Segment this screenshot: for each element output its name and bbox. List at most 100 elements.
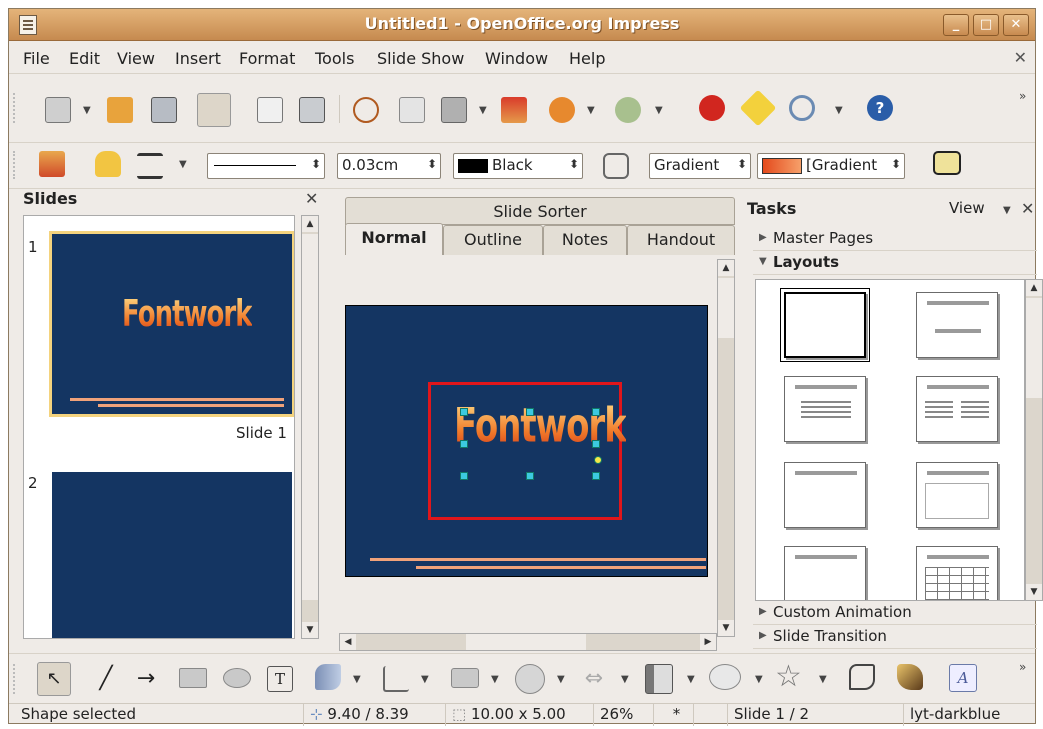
line-style-spin-icon[interactable]: ⬍	[311, 157, 321, 171]
area-style-spin-icon[interactable]: ⬍	[737, 157, 747, 171]
redo-dropdown-icon[interactable]: ▼	[655, 105, 663, 116]
maximize-button[interactable]: □	[973, 14, 999, 36]
scroll-right-icon[interactable]: ▶	[700, 634, 716, 650]
zoom-dropdown-icon[interactable]: ▼	[835, 105, 843, 116]
section-slide-transition[interactable]: ▶ Slide Transition	[753, 625, 1037, 649]
menu-format[interactable]: Format	[239, 49, 295, 68]
slides-list[interactable]: 1 Fontwork Slide 1 2	[23, 215, 295, 639]
copy-icon[interactable]	[399, 97, 425, 123]
stars-icon[interactable]: ☆	[775, 662, 802, 692]
ellipse-tool-icon[interactable]	[223, 668, 251, 688]
new-document-icon[interactable]	[45, 97, 71, 123]
glue-points-icon[interactable]	[897, 664, 923, 690]
layouts-scrollbar[interactable]: ▲ ▼	[1025, 279, 1043, 601]
slides-pane-close-icon[interactable]: ✕	[305, 189, 318, 208]
basic-shapes-icon[interactable]	[451, 668, 479, 688]
arrow-style-icon[interactable]	[137, 153, 163, 179]
scroll-thumb[interactable]	[302, 234, 318, 600]
menu-edit[interactable]: Edit	[69, 49, 100, 68]
view-dropdown-icon[interactable]: ▼	[1003, 205, 1011, 216]
scroll-thumb[interactable]	[466, 634, 586, 650]
line-icon[interactable]	[95, 151, 121, 177]
resize-handle[interactable]	[460, 440, 468, 448]
tab-handout[interactable]: Handout	[627, 225, 735, 255]
scroll-up-icon[interactable]: ▲	[718, 260, 734, 276]
resize-handle[interactable]	[592, 472, 600, 480]
connector-dropdown-icon[interactable]: ▼	[421, 674, 429, 685]
scroll-down-icon[interactable]: ▼	[718, 620, 734, 636]
save-icon[interactable]	[151, 97, 177, 123]
connector-tool-icon[interactable]	[383, 666, 409, 692]
tasks-view-menu[interactable]: View	[949, 199, 985, 217]
open-folder-icon[interactable]	[107, 97, 133, 123]
toolbar-grip[interactable]	[13, 664, 17, 694]
layout-title-content[interactable]	[916, 292, 998, 358]
text-tool-icon[interactable]: T	[267, 666, 293, 692]
area-fill-select[interactable]: [Gradient ⬍	[757, 153, 905, 179]
edit-file-icon[interactable]	[197, 93, 231, 127]
close-document-icon[interactable]: ✕	[1014, 48, 1027, 67]
paste-icon[interactable]	[441, 97, 467, 123]
fontwork-gallery-icon[interactable]: A	[949, 664, 977, 692]
menu-tools[interactable]: Tools	[315, 49, 354, 68]
scroll-left-icon[interactable]: ◀	[340, 634, 356, 650]
undo-dropdown-icon[interactable]: ▼	[587, 105, 595, 116]
scroll-thumb[interactable]	[718, 278, 734, 338]
layout-title-only[interactable]	[784, 462, 866, 528]
tab-slide-sorter[interactable]: Slide Sorter	[345, 197, 735, 225]
toolbar-grip[interactable]	[13, 151, 17, 179]
toolbar-overflow-icon[interactable]: »	[1019, 660, 1026, 674]
layout-two-lists[interactable]	[916, 376, 998, 442]
stars-dropdown-icon[interactable]: ▼	[819, 674, 827, 685]
slide-canvas[interactable]: Fontwork	[339, 257, 719, 639]
cut-icon[interactable]	[353, 97, 379, 123]
zoom-icon[interactable]	[789, 95, 815, 121]
block-arrows-dropdown-icon[interactable]: ▼	[621, 674, 629, 685]
section-layouts[interactable]: ▼ Layouts	[753, 251, 1037, 275]
canvas-horizontal-scrollbar[interactable]: ◀ ▶	[339, 633, 717, 651]
flowchart-icon[interactable]	[645, 664, 673, 694]
line-width-field[interactable]: 0.03cm ⬍	[337, 153, 441, 179]
toolbar-grip[interactable]	[13, 93, 17, 123]
new-dropdown-icon[interactable]: ▼	[83, 105, 91, 116]
menu-slide-show[interactable]: Slide Show	[377, 49, 464, 68]
slide-thumbnail-1[interactable]: Fontwork	[49, 231, 294, 417]
help-icon[interactable]: ?	[867, 95, 893, 121]
rectangle-tool-icon[interactable]	[179, 668, 207, 688]
tab-notes[interactable]: Notes	[543, 225, 627, 255]
section-custom-animation[interactable]: ▶ Custom Animation	[753, 601, 1037, 625]
arrow-style-dropdown-icon[interactable]: ▼	[179, 159, 187, 170]
resize-handle[interactable]	[460, 472, 468, 480]
navigator-icon[interactable]	[739, 89, 777, 127]
menu-window[interactable]: Window	[485, 49, 548, 68]
menu-insert[interactable]: Insert	[175, 49, 221, 68]
points-edit-icon[interactable]	[849, 664, 875, 690]
layout-title-list[interactable]	[784, 376, 866, 442]
minimize-button[interactable]: _	[943, 14, 969, 36]
callouts-dropdown-icon[interactable]: ▼	[755, 674, 763, 685]
slide-thumbnail-2[interactable]	[52, 472, 292, 638]
resize-handle[interactable]	[592, 408, 600, 416]
fontwork-control-point[interactable]	[594, 456, 602, 464]
canvas-vertical-scrollbar[interactable]: ▲ ▼	[717, 259, 735, 637]
flowchart-dropdown-icon[interactable]: ▼	[687, 674, 695, 685]
tab-normal[interactable]: Normal	[345, 223, 443, 255]
menu-view[interactable]: View	[117, 49, 155, 68]
status-zoom[interactable]: 26%	[593, 704, 653, 726]
layout-title-chart[interactable]	[784, 546, 866, 600]
callouts-icon[interactable]	[709, 664, 741, 690]
line-color-select[interactable]: Black ⬍	[453, 153, 583, 179]
status-signature[interactable]	[693, 704, 727, 726]
block-arrows-icon[interactable]: ⇔	[581, 668, 607, 694]
toolbar-overflow-icon[interactable]: »	[1019, 89, 1026, 103]
paste-dropdown-icon[interactable]: ▼	[479, 105, 487, 116]
slides-scrollbar[interactable]: ▲ ▼	[301, 215, 319, 639]
scroll-thumb[interactable]	[1026, 298, 1042, 398]
clone-formatting-icon[interactable]	[501, 97, 527, 123]
export-pdf-icon[interactable]	[257, 97, 283, 123]
line-style-select[interactable]: ⬍	[207, 153, 325, 179]
current-slide[interactable]: Fontwork	[345, 305, 708, 577]
basic-shapes-dropdown-icon[interactable]: ▼	[491, 674, 499, 685]
resize-handle[interactable]	[592, 440, 600, 448]
area-style-select[interactable]: Gradient ⬍	[649, 153, 751, 179]
